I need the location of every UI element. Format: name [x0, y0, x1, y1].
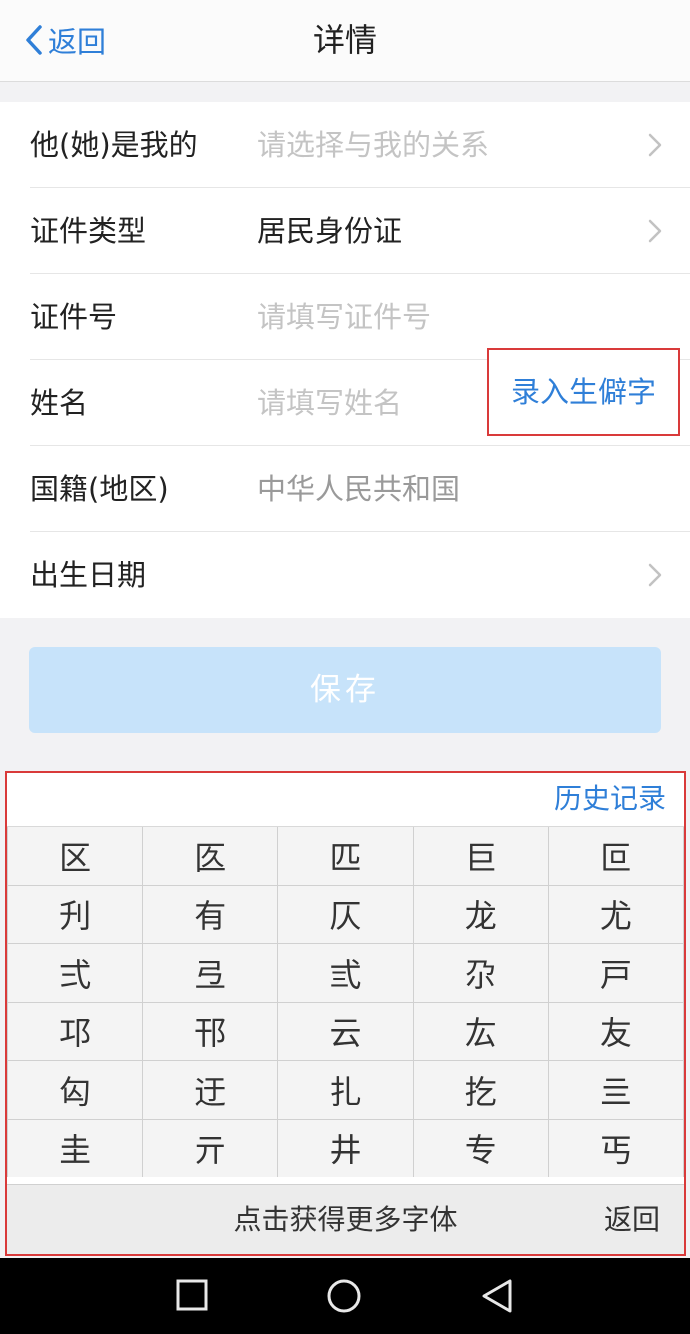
nationality-value: 中华人民共和国 [257, 472, 461, 506]
page-title: 详情 [312, 21, 377, 59]
character-key[interactable]: 匛 [143, 827, 278, 885]
triangle-back-icon[interactable] [480, 1278, 514, 1314]
detail-form: 他(她)是我的 请选择与我的关系 证件类型 居民身份证 证件号 请填写证件号 姓… [0, 102, 690, 618]
character-key[interactable]: 云 [278, 1002, 413, 1060]
character-grid: 区 匛 匹 巨 叵 刋 有 仄 龙 尤 弍 弖 弎 尕 戸 邛 邗 云 厷 友 … [7, 827, 684, 1177]
relation-placeholder: 请选择与我的关系 [257, 128, 490, 162]
chevron-right-icon [648, 133, 662, 157]
relation-row[interactable]: 他(她)是我的 请选择与我的关系 [30, 102, 690, 188]
character-key[interactable]: 仄 [278, 885, 413, 943]
rare-character-button[interactable]: 录入生僻字 [487, 348, 680, 436]
character-key[interactable]: 匃 [8, 1061, 143, 1119]
keyboard-header: 历史记录 [7, 773, 684, 827]
relation-label: 他(她)是我的 [30, 128, 198, 162]
id-type-label: 证件类型 [30, 214, 147, 248]
character-key[interactable]: 龙 [413, 885, 548, 943]
id-type-row[interactable]: 证件类型 居民身份证 [30, 188, 690, 274]
name-label: 姓名 [30, 386, 89, 420]
circle-icon[interactable] [326, 1278, 362, 1314]
character-key[interactable]: 友 [548, 1002, 683, 1060]
history-button[interactable]: 历史记录 [554, 779, 666, 819]
character-key[interactable]: 弖 [143, 944, 278, 1002]
character-key[interactable]: 专 [413, 1119, 548, 1177]
character-key[interactable]: 井 [278, 1119, 413, 1177]
id-number-field[interactable]: 请填写证件号 [257, 274, 431, 360]
character-key[interactable]: 扎 [278, 1061, 413, 1119]
keyboard-back-button[interactable]: 返回 [604, 1185, 660, 1255]
character-key[interactable]: 迂 [143, 1061, 278, 1119]
keyboard-footer: 点击获得更多字体 返回 [7, 1184, 684, 1254]
id-type-value: 居民身份证 [257, 214, 403, 248]
character-key[interactable]: 亖 [548, 1061, 683, 1119]
more-fonts-button[interactable]: 点击获得更多字体 [7, 1185, 684, 1255]
birth-date-row[interactable]: 出生日期 [30, 532, 690, 618]
chevron-right-icon [648, 219, 662, 243]
character-key[interactable]: 邗 [143, 1002, 278, 1060]
name-field[interactable]: 请填写姓名 [257, 360, 402, 446]
save-button[interactable]: 保存 [29, 647, 661, 733]
nationality-label: 国籍(地区) [30, 472, 169, 506]
character-key[interactable]: 尕 [413, 944, 548, 1002]
character-key[interactable]: 尤 [548, 885, 683, 943]
character-key[interactable]: 戸 [548, 944, 683, 1002]
nationality-row: 国籍(地区) 中华人民共和国 [30, 446, 690, 532]
character-key[interactable]: 弍 [8, 944, 143, 1002]
character-key[interactable]: 匹 [278, 827, 413, 885]
character-key[interactable]: 叵 [548, 827, 683, 885]
character-key[interactable]: 圭 [8, 1119, 143, 1177]
name-row: 姓名 请填写姓名 录入生僻字 [30, 348, 690, 446]
character-key[interactable]: 弎 [278, 944, 413, 1002]
character-key[interactable]: 丐 [548, 1119, 683, 1177]
square-icon[interactable] [175, 1278, 209, 1312]
rare-character-keyboard: 历史记录 区 匛 匹 巨 叵 刋 有 仄 龙 尤 弍 弖 弎 尕 戸 邛 邗 云… [5, 771, 686, 1256]
character-key[interactable]: 区 [8, 827, 143, 885]
character-key[interactable]: 亓 [143, 1119, 278, 1177]
system-navigation-bar [0, 1258, 690, 1334]
character-key[interactable]: 扢 [413, 1061, 548, 1119]
character-key[interactable]: 有 [143, 885, 278, 943]
chevron-right-icon [648, 563, 662, 587]
character-key[interactable]: 刋 [8, 885, 143, 943]
character-key[interactable]: 巨 [413, 827, 548, 885]
character-key[interactable]: 邛 [8, 1002, 143, 1060]
character-key[interactable]: 厷 [413, 1002, 548, 1060]
id-number-label: 证件号 [30, 300, 118, 334]
navigation-bar: 返回 详情 [0, 0, 690, 82]
birth-date-label: 出生日期 [30, 558, 147, 592]
